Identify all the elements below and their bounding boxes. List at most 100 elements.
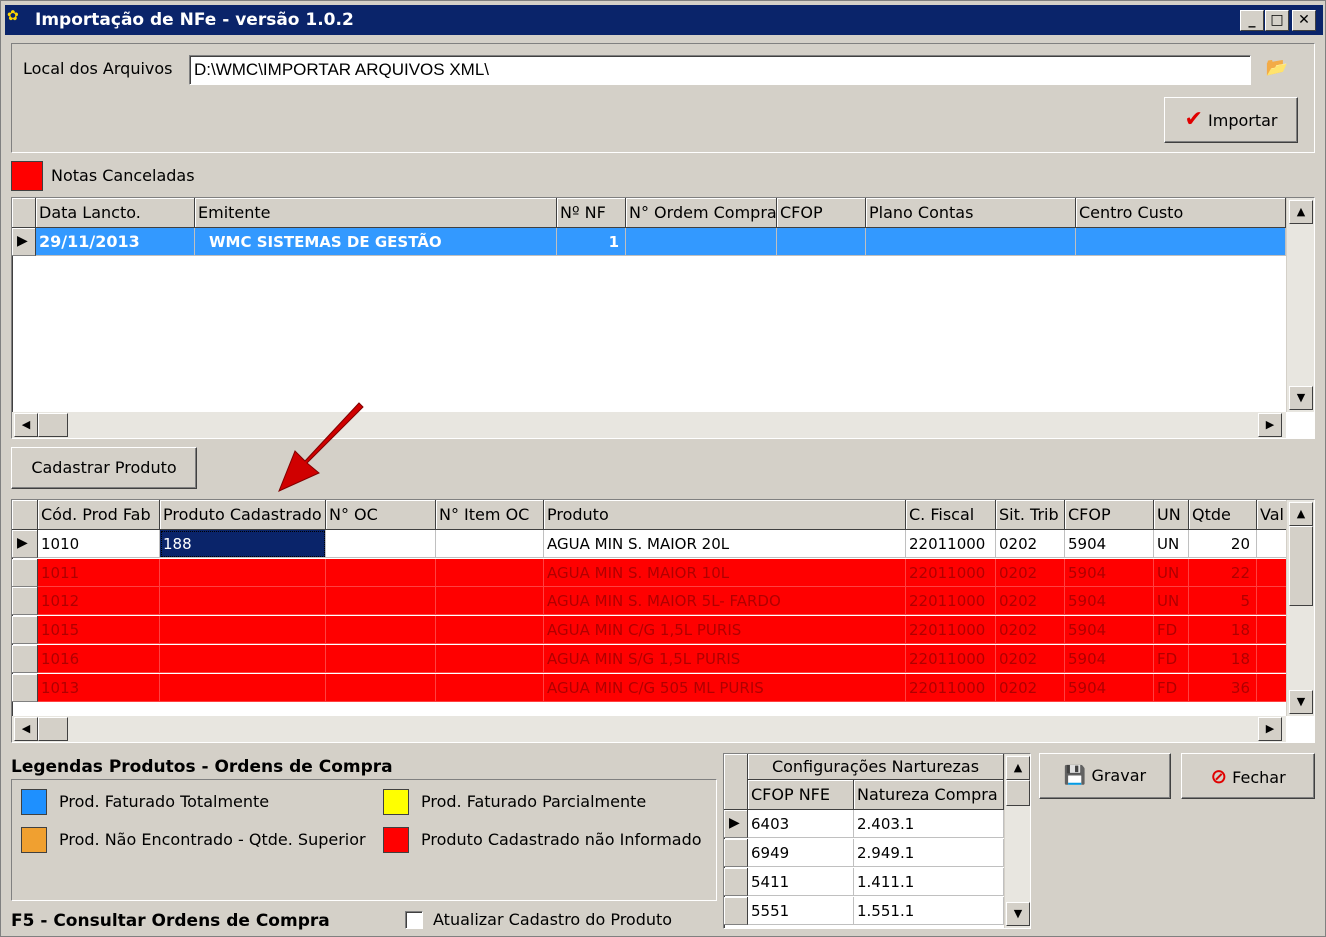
cell-nat[interactable]: 1.411.1 [854, 868, 1004, 896]
row-indicator[interactable]: ▶ [724, 810, 748, 838]
col-nf[interactable]: Nº NF [557, 198, 626, 228]
col-natureza-compra[interactable]: Natureza Compra [854, 780, 1004, 810]
cell-val[interactable] [1257, 587, 1287, 616]
cell-cad[interactable]: 188 [160, 530, 326, 558]
cell-un[interactable]: FD [1154, 673, 1189, 702]
cell-cod[interactable]: 1011 [38, 558, 160, 587]
row-indicator[interactable] [12, 587, 38, 616]
scroll-up-icon[interactable]: ▲ [1289, 502, 1313, 526]
cell-cad[interactable] [160, 616, 326, 645]
cell-un[interactable]: UN [1154, 558, 1189, 587]
cell-qtde[interactable]: 18 [1189, 616, 1257, 645]
col-cfop[interactable]: CFOP [1065, 500, 1154, 530]
config-grid[interactable]: Configurações Narturezas CFOP NFE Nature… [723, 753, 1031, 929]
cell-oc[interactable] [326, 616, 436, 645]
cell-un[interactable]: FD [1154, 644, 1189, 673]
products-hscrollbar[interactable]: ◀ ▶ [12, 716, 1286, 742]
cell-nat[interactable]: 2.949.1 [854, 839, 1004, 867]
open-folder-icon[interactable]: 📂 [1263, 57, 1291, 83]
col-centro-custo[interactable]: Centro Custo [1076, 198, 1286, 228]
cell-nat[interactable]: 1.551.1 [854, 897, 1004, 925]
cell-un[interactable]: UN [1154, 530, 1189, 558]
atualizar-checkbox[interactable] [405, 911, 423, 929]
scroll-left-icon[interactable]: ◀ [14, 413, 38, 437]
cell-cfop[interactable]: 5904 [1065, 616, 1154, 645]
col-ordem-compra[interactable]: N° Ordem Compra [626, 198, 777, 228]
col-n-oc[interactable]: N° OC [326, 500, 436, 530]
cell-sit[interactable]: 0202 [996, 558, 1065, 587]
minimize-button[interactable]: _ [1240, 10, 1264, 31]
cell-cad[interactable] [160, 673, 326, 702]
row-indicator[interactable]: ▶ [12, 228, 36, 256]
scroll-right-icon[interactable]: ▶ [1258, 413, 1282, 437]
col-emitente[interactable]: Emitente [195, 198, 557, 228]
cell-item[interactable] [436, 673, 544, 702]
cell-val[interactable] [1257, 616, 1287, 645]
cell-cfop[interactable]: 5904 [1065, 558, 1154, 587]
cell-cad[interactable] [160, 558, 326, 587]
cell-oc[interactable] [326, 558, 436, 587]
cell-sit[interactable]: 0202 [996, 616, 1065, 645]
cell-cfop[interactable]: 5551 [748, 897, 854, 925]
cell-fiscal[interactable]: 22011000 [906, 616, 996, 645]
cell-fiscal[interactable]: 22011000 [906, 530, 996, 558]
cell-fiscal[interactable]: 22011000 [906, 558, 996, 587]
notes-hscrollbar[interactable]: ◀ ▶ [12, 412, 1286, 438]
vscroll-thumb[interactable] [1289, 526, 1313, 606]
col-c-fiscal[interactable]: C. Fiscal [906, 500, 996, 530]
col-val[interactable]: Val [1257, 500, 1287, 530]
col-plano-contas[interactable]: Plano Contas [866, 198, 1076, 228]
cell-un[interactable]: UN [1154, 587, 1189, 616]
cell-qtde[interactable]: 22 [1189, 558, 1257, 587]
row-indicator[interactable] [12, 616, 38, 645]
maximize-button[interactable]: □ [1265, 10, 1289, 31]
products-vscrollbar[interactable]: ▲ ▼ [1286, 500, 1314, 716]
cell-fiscal[interactable]: 22011000 [906, 644, 996, 673]
cell-cod[interactable]: 1015 [38, 616, 160, 645]
row-indicator[interactable]: ▶ [12, 530, 38, 558]
cell-sit[interactable]: 0202 [996, 530, 1065, 558]
cell-item[interactable] [436, 530, 544, 558]
cell-cod[interactable]: 1013 [38, 673, 160, 702]
cell-produto[interactable]: AGUA MIN S. MAIOR 10L [544, 558, 906, 587]
cell-oc[interactable] [326, 530, 436, 558]
cell-produto[interactable]: AGUA MIN C/G 1,5L PURIS [544, 616, 906, 645]
cell-sit[interactable]: 0202 [996, 673, 1065, 702]
cell-cod[interactable]: 1016 [38, 644, 160, 673]
cell-qtde[interactable]: 18 [1189, 644, 1257, 673]
cell-sit[interactable]: 0202 [996, 587, 1065, 616]
cell-cod[interactable]: 1010 [38, 530, 160, 558]
cell-produto[interactable]: AGUA MIN S/G 1,5L PURIS [544, 644, 906, 673]
scroll-down-icon[interactable]: ▼ [1289, 690, 1313, 714]
cell-cfop[interactable]: 5411 [748, 868, 854, 896]
col-produto-cadastrado[interactable]: Produto Cadastrado [160, 500, 326, 530]
cell-item[interactable] [436, 587, 544, 616]
cell-cod[interactable]: 1012 [38, 587, 160, 616]
row-indicator[interactable] [724, 897, 748, 925]
cell-produto[interactable]: AGUA MIN S. MAIOR 20L [544, 530, 906, 558]
col-cfop-nfe[interactable]: CFOP NFE [748, 780, 854, 810]
row-indicator[interactable] [12, 644, 38, 673]
scroll-down-icon[interactable]: ▼ [1289, 386, 1313, 410]
col-cod-prod-fab[interactable]: Cód. Prod Fab [38, 500, 160, 530]
col-data-lancto[interactable]: Data Lancto. [36, 198, 195, 228]
notes-vscrollbar[interactable]: ▲ ▼ [1286, 198, 1314, 412]
cell-oc[interactable] [326, 673, 436, 702]
cell-un[interactable]: FD [1154, 616, 1189, 645]
row-indicator[interactable] [12, 673, 38, 702]
cell-item[interactable] [436, 644, 544, 673]
path-input[interactable] [189, 55, 1251, 85]
notes-grid[interactable]: Data Lancto. Emitente Nº NF N° Ordem Com… [11, 197, 1315, 439]
cell-cfop[interactable]: 5904 [1065, 587, 1154, 616]
scroll-down-icon[interactable]: ▼ [1006, 902, 1030, 926]
cell-sit[interactable]: 0202 [996, 644, 1065, 673]
cell-qtde[interactable]: 20 [1189, 530, 1257, 558]
cell-val[interactable] [1257, 673, 1287, 702]
cell-fiscal[interactable]: 22011000 [906, 587, 996, 616]
cell-val[interactable] [1257, 558, 1287, 587]
cadastrar-produto-button[interactable]: Cadastrar Produto [11, 447, 197, 489]
fechar-button[interactable]: ⊘ Fechar [1181, 753, 1315, 799]
products-grid[interactable]: Cód. Prod Fab Produto Cadastrado N° OC N… [11, 499, 1315, 743]
cell-item[interactable] [436, 558, 544, 587]
cell-fiscal[interactable]: 22011000 [906, 673, 996, 702]
